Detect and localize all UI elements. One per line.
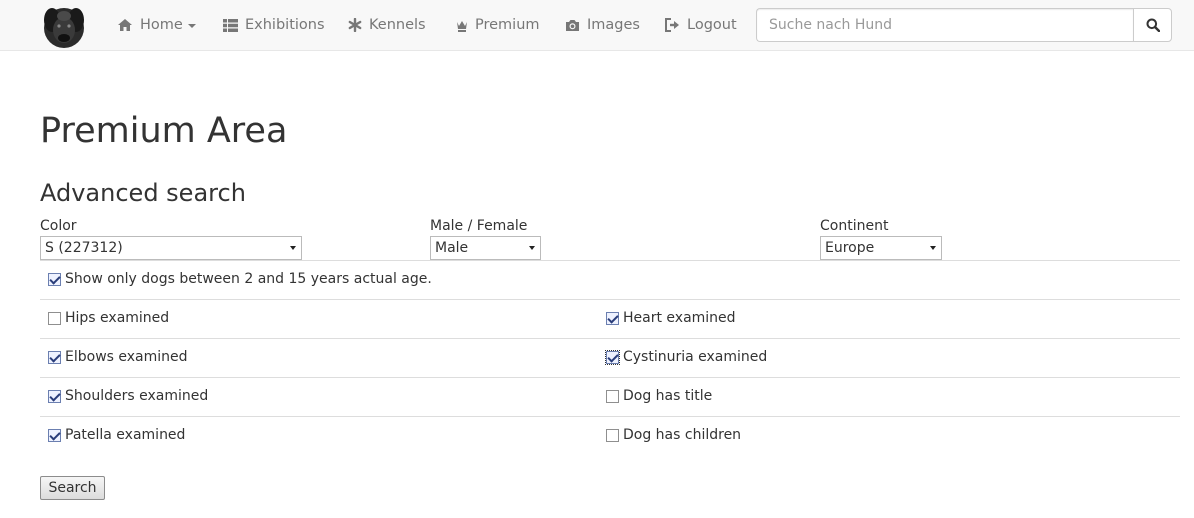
nav-home[interactable]: Home — [117, 0, 196, 50]
checkbox-box[interactable] — [606, 428, 619, 442]
checkbox-box[interactable] — [606, 389, 619, 403]
nav-logout-label: Logout — [687, 17, 737, 33]
nav-premium-label: Premium — [475, 17, 540, 33]
divider — [40, 338, 1180, 339]
checkbox-box[interactable] — [48, 389, 61, 403]
nav-exhibitions[interactable]: Exhibitions — [223, 0, 325, 50]
dog-has-children-label: Dog has children — [623, 427, 742, 443]
checkbox-box[interactable] — [48, 350, 61, 364]
search-button[interactable]: Search — [40, 476, 105, 500]
dog-has-children-checkbox[interactable]: Dog has children — [606, 427, 741, 443]
divider — [40, 377, 1180, 378]
camera-icon — [566, 19, 579, 31]
continent-select-value: Europe — [825, 240, 875, 256]
sex-label: Male / Female — [430, 218, 528, 234]
patella-examined-checkbox[interactable]: Patella examined — [48, 427, 185, 443]
nav-premium[interactable]: Premium — [456, 0, 540, 50]
checkbox-box[interactable] — [605, 349, 620, 365]
continent-label: Continent — [820, 218, 889, 234]
shoulders-examined-label: Shoulders examined — [65, 388, 209, 404]
nav-kennels-label: Kennels — [369, 17, 426, 33]
divider — [40, 260, 1180, 261]
chevron-down-icon — [187, 24, 196, 28]
hips-examined-checkbox[interactable]: Hips examined — [48, 310, 169, 326]
section-title: Advanced search — [40, 179, 246, 207]
nav-logout[interactable]: Logout — [665, 0, 737, 50]
elbows-examined-checkbox[interactable]: Elbows examined — [48, 349, 188, 365]
search-submit-button[interactable] — [1133, 8, 1172, 42]
search-form — [756, 8, 1172, 42]
asterisk-icon — [348, 18, 362, 32]
heart-examined-label: Heart examined — [623, 310, 736, 326]
nav-images[interactable]: Images — [565, 0, 640, 50]
shoulders-examined-checkbox[interactable]: Shoulders examined — [48, 388, 208, 404]
color-select-value: S (227312) — [45, 240, 123, 256]
nav-images-label: Images — [587, 17, 640, 33]
page-title: Premium Area — [40, 111, 288, 151]
search-icon — [1146, 18, 1160, 32]
sex-select-value: Male — [435, 240, 469, 256]
logout-icon — [665, 18, 679, 32]
dropdown-arrow-icon — [529, 246, 535, 250]
search-input[interactable] — [756, 8, 1133, 42]
dropdown-arrow-icon — [290, 246, 296, 250]
sex-select[interactable]: Male — [430, 236, 541, 260]
top-navbar: Home Exhibitions Kennels Premium Images … — [0, 0, 1194, 51]
hips-examined-label: Hips examined — [65, 310, 170, 326]
color-label: Color — [40, 218, 77, 234]
continent-select[interactable]: Europe — [820, 236, 942, 260]
checkbox-box[interactable] — [48, 428, 61, 442]
home-icon — [118, 19, 132, 31]
color-select[interactable]: S (227312) — [40, 236, 302, 260]
divider — [40, 416, 1180, 417]
age-filter-label: Show only dogs between 2 and 15 years ac… — [65, 271, 432, 287]
elbows-examined-label: Elbows examined — [65, 349, 188, 365]
dog-has-title-checkbox[interactable]: Dog has title — [606, 388, 712, 404]
nav-home-label: Home — [140, 17, 183, 33]
checkbox-box[interactable] — [48, 272, 61, 286]
heart-examined-checkbox[interactable]: Heart examined — [606, 310, 736, 326]
dog-logo-icon[interactable] — [40, 2, 88, 50]
crown-icon — [457, 20, 467, 32]
checkbox-box[interactable] — [606, 311, 619, 325]
cystinuria-examined-checkbox[interactable]: Cystinuria examined — [605, 349, 768, 365]
checkbox-box[interactable] — [48, 311, 61, 325]
dropdown-arrow-icon — [930, 246, 936, 250]
dog-has-title-label: Dog has title — [623, 388, 713, 404]
cystinuria-examined-label: Cystinuria examined — [623, 349, 768, 365]
patella-examined-label: Patella examined — [65, 427, 186, 443]
divider — [40, 299, 1180, 300]
nav-exhibitions-label: Exhibitions — [245, 17, 325, 33]
age-filter-checkbox[interactable]: Show only dogs between 2 and 15 years ac… — [48, 271, 432, 287]
th-list-icon — [223, 18, 238, 32]
nav-kennels[interactable]: Kennels — [348, 0, 426, 50]
